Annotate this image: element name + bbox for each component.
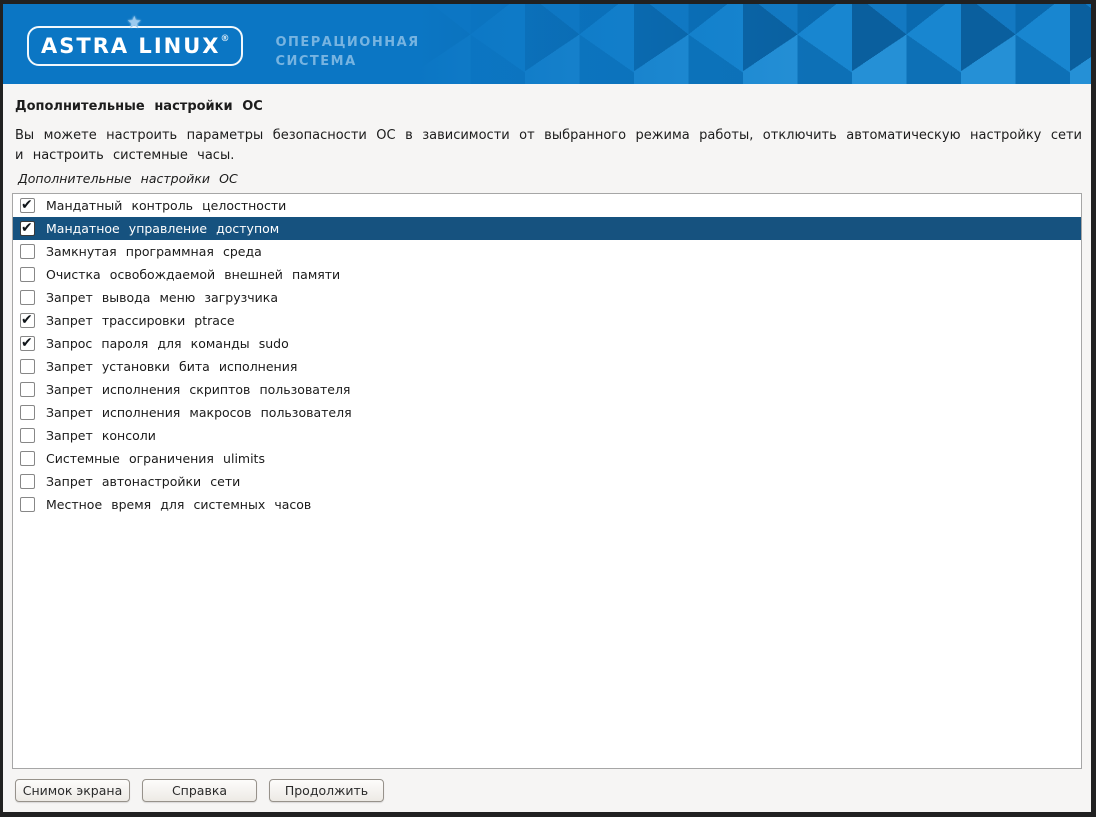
checkbox-icon[interactable] — [20, 497, 35, 512]
option-label: Мандатное управление доступом — [46, 221, 279, 236]
screenshot-button[interactable]: Снимок экрана — [15, 779, 130, 802]
option-label: Запрет установки бита исполнения — [46, 359, 297, 374]
registered-trademark-icon: ® — [220, 34, 229, 44]
checkbox-icon[interactable] — [20, 451, 35, 466]
page-description: Вы можете настроить параметры безопаснос… — [15, 126, 1082, 166]
checkbox-icon[interactable] — [20, 405, 35, 420]
option-label: Запрет вывода меню загрузчика — [46, 290, 278, 305]
option-row[interactable]: Запрос пароля для команды sudo — [13, 332, 1081, 355]
checkbox-icon[interactable] — [20, 359, 35, 374]
option-label: Запрет консоли — [46, 428, 156, 443]
option-row[interactable]: Запрет исполнения скриптов пользователя — [13, 378, 1081, 401]
logo-text: ASTRA LINUX — [41, 34, 220, 58]
help-button[interactable]: Справка — [142, 779, 257, 802]
option-row[interactable]: Системные ограничения ulimits — [13, 447, 1081, 470]
os-subtitle: ОПЕРАЦИОННАЯ СИСТЕМА — [275, 34, 419, 72]
os-subtitle-line2: СИСТЕМА — [275, 53, 419, 72]
checkbox-icon[interactable] — [20, 290, 35, 305]
option-label: Мандатный контроль целостности — [46, 198, 286, 213]
installer-window: ★ ASTRA LINUX® ОПЕРАЦИОННАЯ СИСТЕМА Допо… — [0, 0, 1096, 817]
option-label: Запрет исполнения скриптов пользователя — [46, 382, 350, 397]
checkbox-icon[interactable] — [20, 267, 35, 282]
checkbox-icon[interactable] — [20, 382, 35, 397]
page-subtitle-italic: Дополнительные настройки ОС — [18, 171, 1082, 186]
checkbox-icon[interactable] — [20, 198, 35, 213]
option-label: Замкнутая программная среда — [46, 244, 262, 259]
astra-linux-logo: ★ ASTRA LINUX® ОПЕРАЦИОННАЯ СИСТЕМА — [27, 14, 420, 72]
logo-box: ★ ASTRA LINUX® — [27, 26, 243, 66]
footer-bar: Снимок экрана Справка Продолжить — [12, 779, 1082, 804]
option-row[interactable]: Мандатное управление доступом — [13, 217, 1081, 240]
checkbox-icon[interactable] — [20, 313, 35, 328]
option-row[interactable]: Запрет консоли — [13, 424, 1081, 447]
option-row[interactable]: Запрет исполнения макросов пользователя — [13, 401, 1081, 424]
option-row[interactable]: Запрет автонастройки сети — [13, 470, 1081, 493]
option-label: Системные ограничения ulimits — [46, 451, 265, 466]
checkbox-icon[interactable] — [20, 474, 35, 489]
options-listbox: Мандатный контроль целостности Мандатное… — [12, 193, 1082, 769]
option-row[interactable]: Очистка освобождаемой внешней памяти — [13, 263, 1081, 286]
os-subtitle-line1: ОПЕРАЦИОННАЯ — [275, 34, 419, 53]
checkbox-icon[interactable] — [20, 244, 35, 259]
option-label: Запрос пароля для команды sudo — [46, 336, 289, 351]
star-icon: ★ — [124, 13, 147, 33]
header-pattern-fade — [416, 4, 1091, 84]
option-row[interactable]: Местное время для системных часов — [13, 493, 1081, 516]
page-title: Дополнительные настройки ОС — [15, 99, 1082, 114]
header-banner: ★ ASTRA LINUX® ОПЕРАЦИОННАЯ СИСТЕМА — [3, 4, 1091, 84]
installer-frame: ★ ASTRA LINUX® ОПЕРАЦИОННАЯ СИСТЕМА Допо… — [3, 4, 1091, 812]
option-label: Местное время для системных часов — [46, 497, 311, 512]
option-row[interactable]: Замкнутая программная среда — [13, 240, 1081, 263]
content-area: Дополнительные настройки ОС Вы можете на… — [3, 84, 1091, 812]
checkbox-icon[interactable] — [20, 336, 35, 351]
option-row[interactable]: Запрет вывода меню загрузчика — [13, 286, 1081, 309]
option-label: Запрет трассировки ptrace — [46, 313, 235, 328]
option-label: Очистка освобождаемой внешней памяти — [46, 267, 340, 282]
option-label: Запрет исполнения макросов пользователя — [46, 405, 352, 420]
checkbox-icon[interactable] — [20, 428, 35, 443]
checkbox-icon[interactable] — [20, 221, 35, 236]
continue-button[interactable]: Продолжить — [269, 779, 384, 802]
option-row[interactable]: Запрет установки бита исполнения — [13, 355, 1081, 378]
option-label: Запрет автонастройки сети — [46, 474, 240, 489]
option-row[interactable]: Мандатный контроль целостности — [13, 194, 1081, 217]
option-row[interactable]: Запрет трассировки ptrace — [13, 309, 1081, 332]
